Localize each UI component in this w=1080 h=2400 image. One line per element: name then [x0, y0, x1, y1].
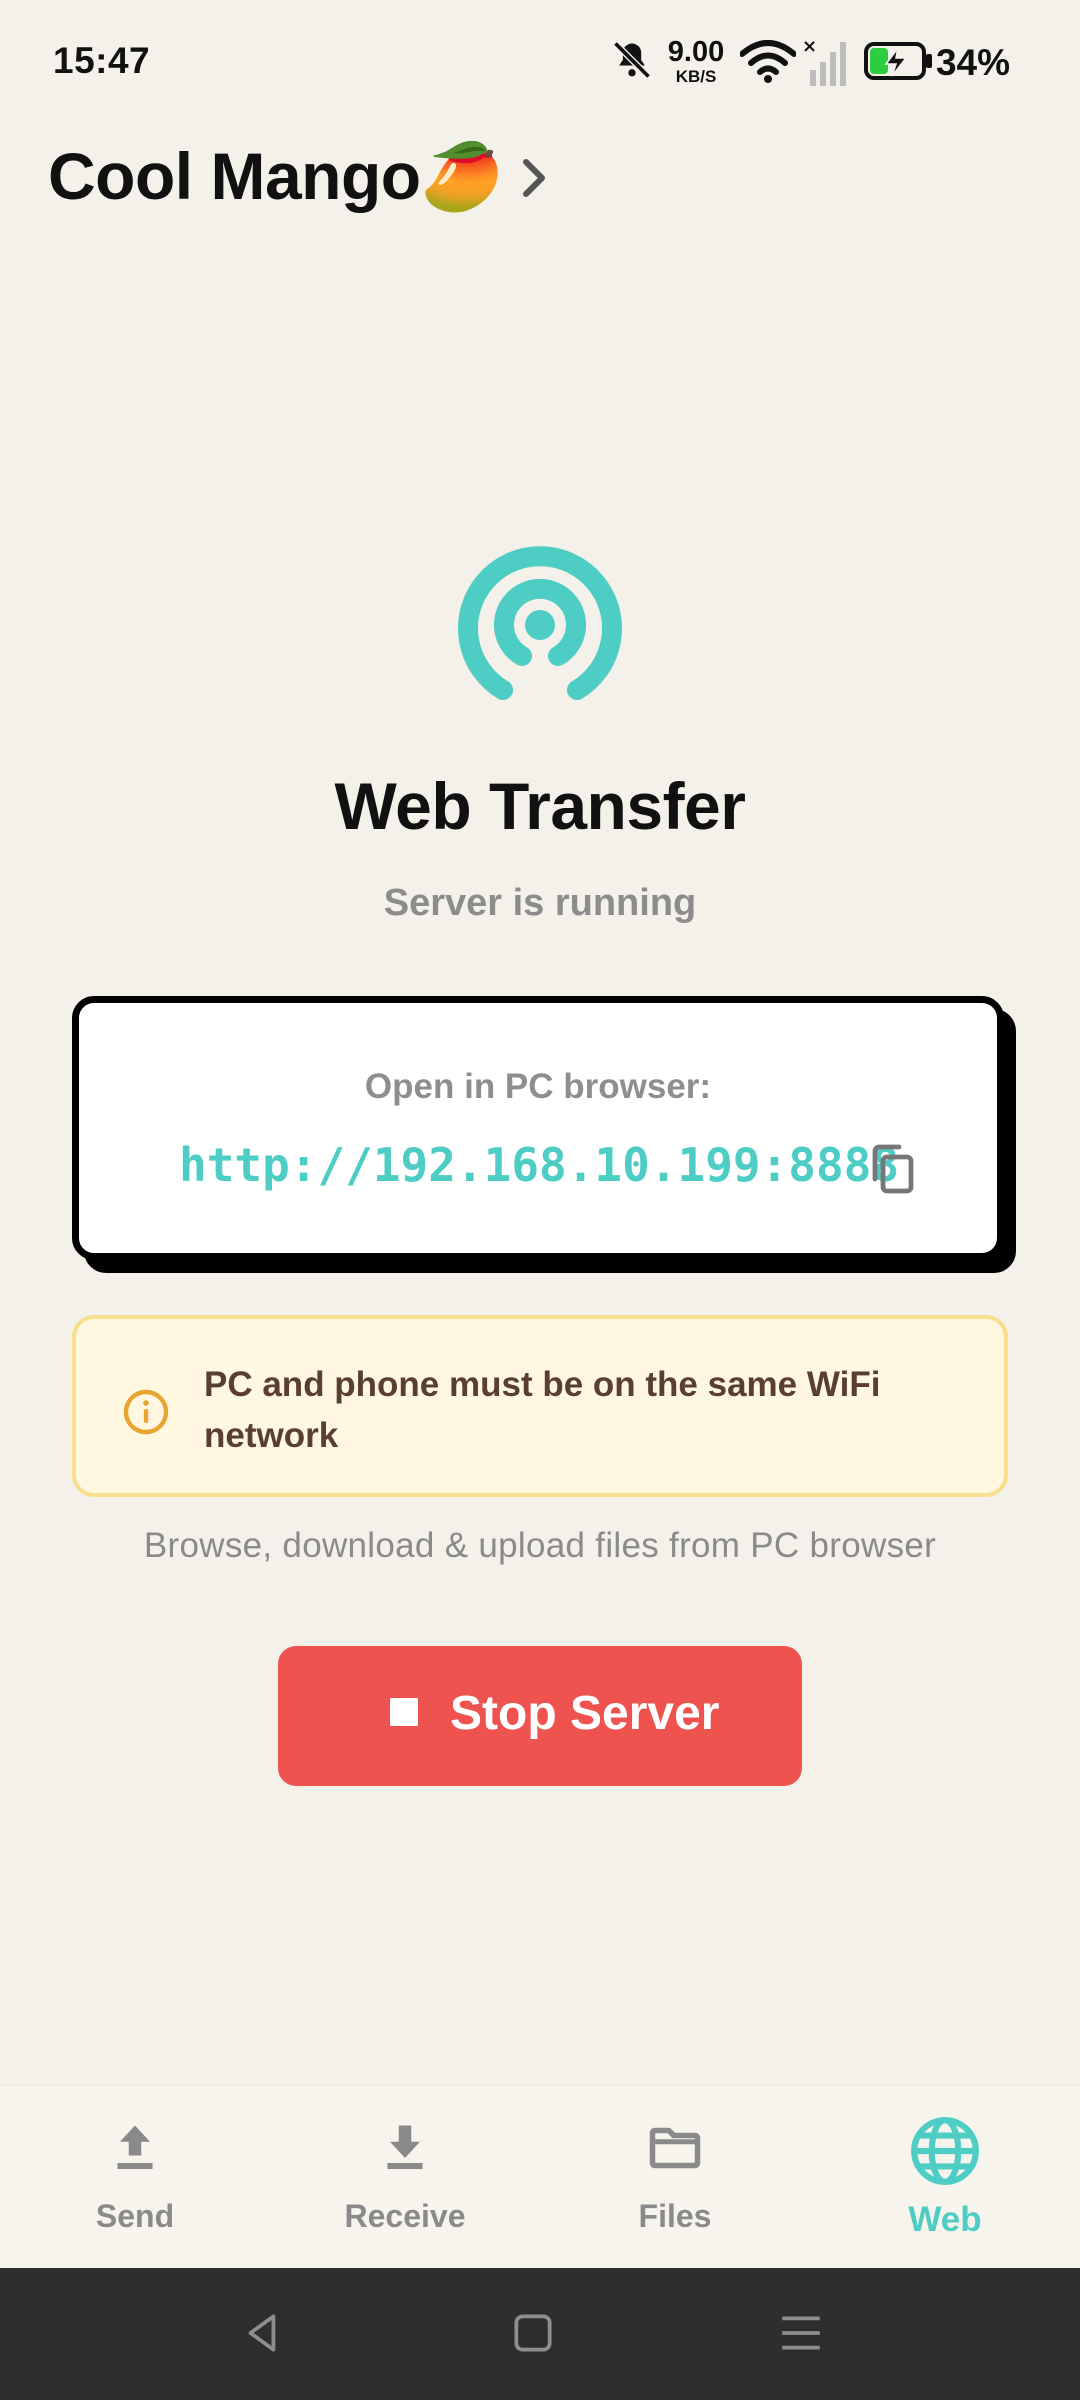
card-label: Open in PC browser: [364, 1067, 712, 1106]
menu-icon[interactable] [776, 2308, 826, 2358]
svg-text:×: × [802, 38, 817, 57]
wifi-icon [740, 40, 796, 83]
info-banner: PC and phone must be on the same WiFi ne… [72, 1315, 1008, 1497]
copy-icon[interactable] [869, 1143, 917, 1195]
status-time: 15:47 [53, 40, 151, 81]
mute-bell-icon [613, 41, 651, 79]
nav-label-web: Web [908, 2200, 982, 2239]
hint-text: Browse, download & upload files from PC … [143, 1526, 937, 1565]
nav-label-receive: Receive [344, 2198, 466, 2234]
stop-server-label: Stop Server [450, 1687, 720, 1740]
info-icon [123, 1389, 169, 1435]
nav-item-receive[interactable]: Receive [270, 2086, 540, 2269]
server-url[interactable]: http://192.168.10.199:8888 [179, 1138, 899, 1192]
system-nav-bar [0, 2268, 1080, 2400]
device-name-title[interactable]: Cool Mango🥭 [48, 138, 503, 216]
battery-icon [864, 42, 932, 80]
nav-label-send: Send [95, 2198, 175, 2234]
info-text: PC and phone must be on the same WiFi ne… [204, 1365, 881, 1455]
network-speed: 9.00 KB/S [660, 36, 732, 86]
nav-label-files: Files [638, 2198, 712, 2234]
cellular-signal-icon: × [802, 38, 846, 86]
back-icon[interactable] [238, 2308, 288, 2358]
folder-icon [649, 2127, 701, 2169]
page-title: Web Transfer [334, 769, 746, 843]
status-bar: 15:47 9.00 KB/S × 34% [0, 0, 1080, 120]
stop-icon [390, 1698, 418, 1726]
status-icons: 9.00 KB/S × 34% [580, 28, 1080, 98]
download-icon [387, 2125, 423, 2169]
network-speed-value: 9.00 [667, 36, 725, 68]
chevron-right-icon[interactable] [516, 150, 556, 206]
stop-server-button[interactable]: Stop Server [278, 1646, 802, 1786]
broadcast-icon [458, 546, 622, 700]
server-status-text: Server is running [383, 882, 697, 924]
battery-percent: 34% [935, 42, 1010, 83]
bottom-nav: Send Receive Files Web [0, 2085, 1080, 2269]
nav-item-web[interactable]: Web [810, 2086, 1080, 2269]
server-address-card: Open in PC browser: http://192.168.10.19… [72, 996, 1004, 1260]
globe-icon [911, 2117, 979, 2185]
nav-item-files[interactable]: Files [540, 2086, 810, 2269]
home-icon[interactable] [508, 2308, 558, 2358]
network-speed-unit: KB/S [675, 67, 717, 86]
upload-icon [117, 2125, 153, 2169]
nav-item-send[interactable]: Send [0, 2086, 270, 2269]
